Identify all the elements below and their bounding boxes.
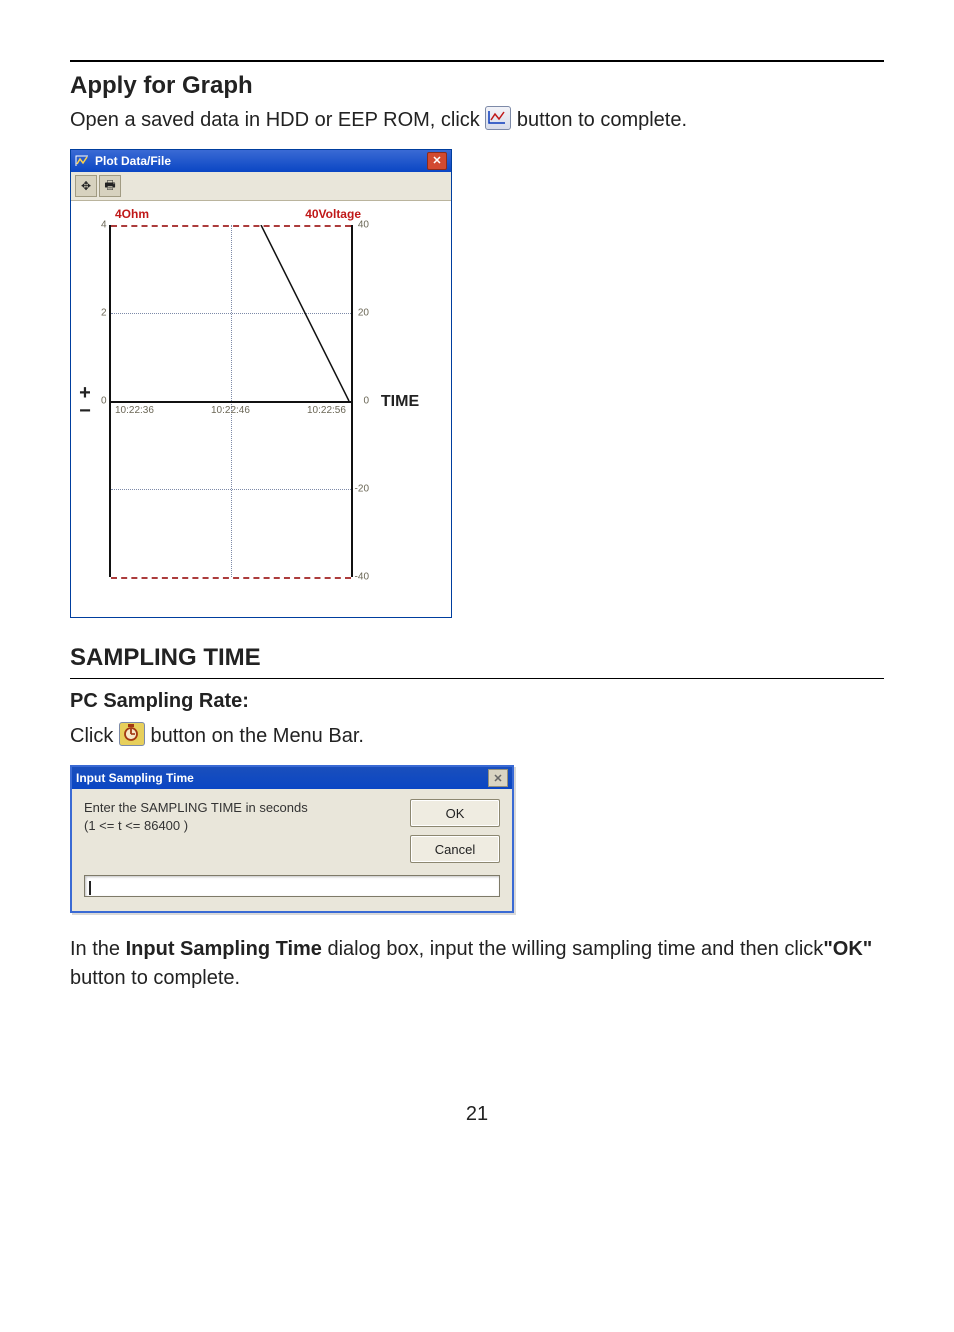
x-tick-0: 10:22:36 — [115, 405, 154, 416]
plot-window: Plot Data/File ✕ ✥ 🖶 + − 4Ohm 40Voltage … — [70, 149, 452, 618]
y-left-tick-4: 4 — [101, 220, 107, 231]
gridline-bottom — [111, 577, 351, 579]
sampling-time-icon — [119, 722, 145, 746]
section2-paragraph: Click button on the Menu Bar. — [70, 722, 884, 751]
close-icon[interactable]: ✕ — [488, 769, 508, 787]
footer-bold1: Input Sampling Time — [126, 938, 322, 960]
section2-text-b: button on the Menu Bar. — [150, 725, 364, 747]
y-right-tick-neg20: -20 — [355, 484, 369, 495]
footer-a: In the — [70, 938, 126, 960]
y-right-tick-0: 0 — [363, 396, 369, 407]
x-tick-1: 10:22:46 — [211, 405, 250, 416]
x-tick-2: 10:22:56 — [307, 405, 346, 416]
sampling-time-input[interactable] — [84, 875, 500, 897]
dialog-title: Input Sampling Time — [76, 771, 194, 785]
footer-bold2: "OK" — [823, 938, 872, 960]
toolbar-move-icon[interactable]: ✥ — [75, 175, 97, 197]
input-sampling-time-dialog: Input Sampling Time ✕ Enter the SAMPLING… — [70, 765, 514, 913]
axis-right-title: 40Voltage — [305, 207, 361, 221]
y-right-tick-neg40: -40 — [355, 572, 369, 583]
y-left-tick-0: 0 — [101, 396, 107, 407]
plot-window-icon — [75, 154, 89, 168]
section2-title: SAMPLING TIME — [70, 644, 884, 672]
footer-b: dialog box, input the willing sampling t… — [322, 938, 823, 960]
chart-box: 4 40 2 20 0 0 -20 -40 — [109, 225, 353, 577]
y-right-tick-40: 40 — [358, 220, 369, 231]
axis-left-title: 4Ohm — [115, 207, 149, 221]
page-number: 21 — [70, 1103, 884, 1126]
dialog-prompt: Enter the SAMPLING TIME in seconds (1 <=… — [84, 799, 396, 863]
plot-window-title: Plot Data/File — [95, 154, 171, 168]
plot-window-toolbar: ✥ 🖶 — [71, 172, 451, 201]
section1-paragraph: Open a saved data in HDD or EEP ROM, cli… — [70, 106, 884, 135]
dialog-prompt-line1: Enter the SAMPLING TIME in seconds — [84, 799, 396, 817]
section1-text-a: Open a saved data in HDD or EEP ROM, cli… — [70, 109, 485, 131]
close-icon[interactable]: ✕ — [427, 152, 447, 170]
cancel-button[interactable]: Cancel — [410, 835, 500, 863]
plot-window-titlebar: Plot Data/File ✕ — [71, 150, 451, 172]
section1-text-b: button to complete. — [517, 109, 687, 131]
dialog-titlebar: Input Sampling Time ✕ — [72, 767, 512, 789]
rule-top — [70, 60, 884, 62]
rule-under-section2 — [70, 678, 884, 679]
section1-title: Apply for Graph — [70, 72, 884, 100]
plot-zoom-controls: + − — [75, 207, 95, 597]
footer-c: button to complete. — [70, 967, 240, 989]
x-axis-label: TIME — [365, 207, 435, 597]
plot-body: + − 4Ohm 40Voltage 4 40 2 20 0 0 — [71, 201, 451, 617]
zoom-out-button[interactable]: − — [79, 402, 91, 420]
toolbar-print-icon[interactable]: 🖶 — [99, 175, 121, 197]
section2-subheading: PC Sampling Rate: — [70, 690, 249, 712]
ok-button[interactable]: OK — [410, 799, 500, 827]
voltage-series-line — [111, 225, 351, 577]
footer-paragraph: In the Input Sampling Time dialog box, i… — [70, 935, 884, 993]
y-left-tick-2: 2 — [101, 308, 107, 319]
plot-graph-icon — [485, 106, 511, 130]
dialog-prompt-line2: (1 <= t <= 86400 ) — [84, 817, 396, 835]
y-right-tick-20: 20 — [358, 308, 369, 319]
section2-text-a: Click — [70, 725, 119, 747]
plot-area: 4Ohm 40Voltage 4 40 2 20 0 0 -20 — [95, 207, 365, 597]
